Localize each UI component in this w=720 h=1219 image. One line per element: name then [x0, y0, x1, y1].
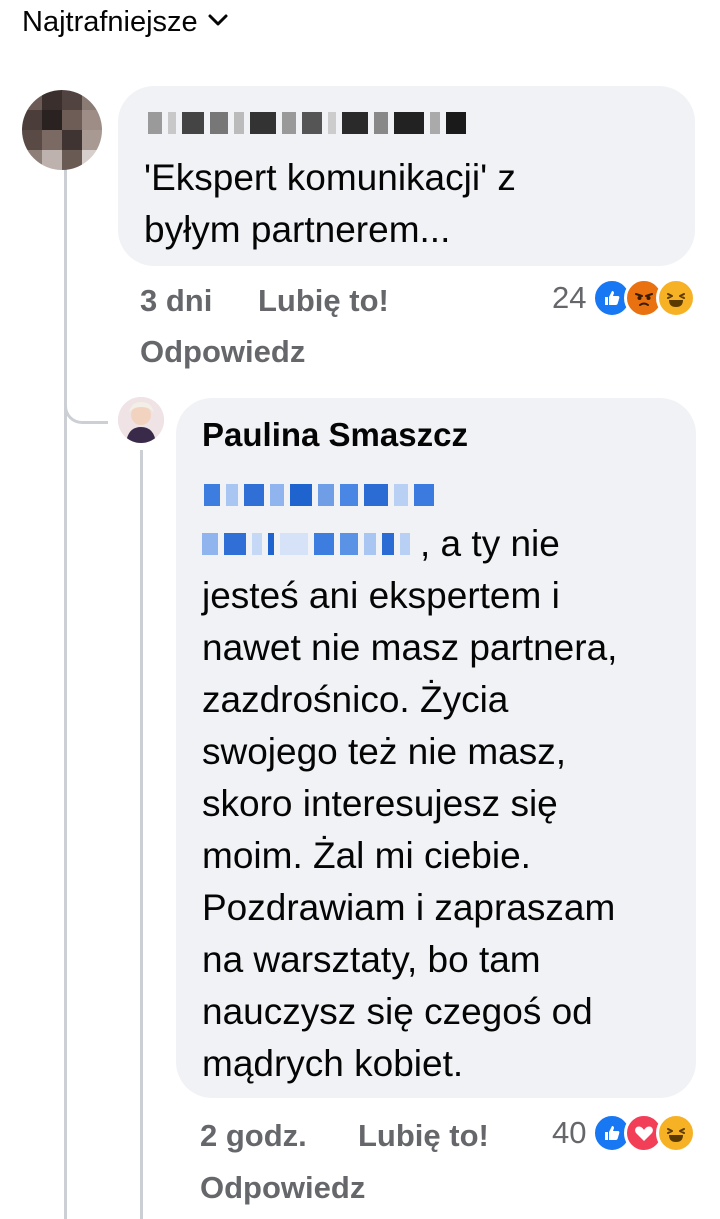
pixelated-avatar-image: [22, 90, 102, 170]
comment-time[interactable]: 2 godz.: [200, 1118, 307, 1154]
comment-author[interactable]: Paulina Smaszcz: [202, 416, 468, 454]
reply-thread-line: [140, 450, 143, 1219]
sort-label: Najtrafniejsze: [22, 6, 198, 38]
thread-line: [64, 160, 67, 1219]
redacted-mention: [204, 484, 434, 506]
comment-line: na warsztaty, bo tam: [202, 939, 541, 980]
reply-button[interactable]: Odpowiedz: [140, 334, 305, 370]
comment-line: byłym partnerem...: [144, 209, 451, 250]
comment-line: Pozdrawiam i zapraszam: [202, 887, 616, 928]
like-button[interactable]: Lubię to!: [258, 283, 389, 319]
comment-line: jesteś ani ekspertem i: [202, 575, 560, 616]
thread-connector: [64, 380, 108, 424]
sort-dropdown[interactable]: Najtrafniejsze: [22, 6, 230, 39]
comment-line: 'Ekspert komunikacji' z: [144, 157, 516, 198]
like-button[interactable]: Lubię to!: [358, 1118, 489, 1154]
profile-photo: [118, 397, 164, 443]
comment-line: zazdrośnico. Życia: [202, 679, 509, 720]
comment-bubble: 'Ekspert komunikacji' z byłym partnerem.…: [118, 86, 695, 266]
comment-line: mądrych kobiet.: [202, 1043, 464, 1084]
haha-icon: [656, 1113, 697, 1153]
avatar[interactable]: [22, 90, 102, 170]
comment-time[interactable]: 3 dni: [140, 283, 212, 319]
comment-line: nawet nie masz partnera,: [202, 627, 618, 668]
reactions-summary[interactable]: 24: [552, 278, 697, 318]
comment-line: swojego też nie masz,: [202, 731, 567, 772]
reaction-count: 24: [552, 280, 587, 315]
comment-text: , a ty nie jesteś ani ekspertem i nawet …: [202, 518, 682, 1090]
redacted-author-name: [148, 112, 466, 134]
chevron-down-icon: [206, 8, 230, 37]
comment-line: nauczysz się czegoś od: [202, 991, 593, 1032]
avatar[interactable]: [118, 397, 164, 443]
comment-text: 'Ekspert komunikacji' z byłym partnerem.…: [144, 152, 684, 256]
comment-line: skoro interesujesz się: [202, 783, 558, 824]
redacted-mention-cont: [202, 533, 410, 555]
comment-line: moim. Żal mi ciebie.: [202, 835, 531, 876]
comment-line: , a ty nie: [420, 523, 560, 564]
reaction-count: 40: [552, 1115, 587, 1150]
reply-bubble: Paulina Smaszcz , a ty nie jesteś ani ek…: [176, 398, 696, 1098]
reply-button[interactable]: Odpowiedz: [200, 1170, 365, 1206]
haha-icon: [656, 278, 697, 318]
reactions-summary[interactable]: 40: [552, 1113, 697, 1153]
